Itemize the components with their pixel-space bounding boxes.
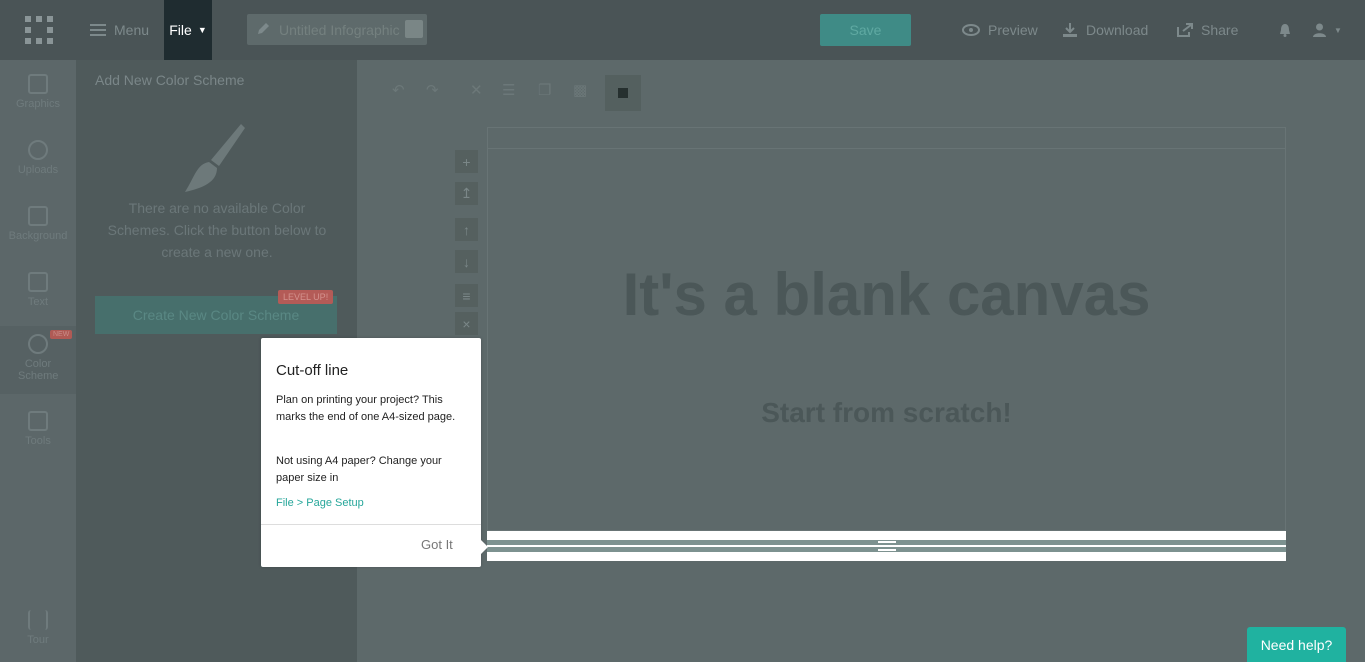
move-up-button[interactable]: ↑ [455,218,478,241]
file-menu-button[interactable]: File ▼ [164,0,212,60]
copy-icon[interactable]: ☰ [502,83,518,99]
move-block-button[interactable]: ↥ [455,182,478,205]
need-help-button[interactable]: Need help? [1247,627,1346,662]
sidebar-item-label: Tools [25,435,51,447]
got-it-button[interactable]: Got It [421,537,453,552]
folder-icon[interactable] [405,20,423,38]
tooltip-text: Not using A4 paper? Change your paper si… [276,455,442,484]
divider [261,524,481,525]
trash-icon[interactable]: ▩ [573,83,589,99]
text-icon [28,272,48,292]
sidebar-item-tools[interactable]: Tools [0,411,76,461]
eye-icon [962,24,980,36]
save-button[interactable]: Save [820,14,911,46]
sidebar-item-graphics[interactable]: Graphics [0,74,76,124]
sidebar-item-label: Background [8,230,68,242]
title-placeholder: Untitled Infographic [279,21,400,38]
image-icon [28,74,48,94]
upload-icon: ↥ [460,185,473,201]
pencil-icon [257,22,270,38]
paintbrush-icon [185,124,245,192]
menu-label: Menu [114,22,150,38]
drag-handle-icon[interactable] [878,541,896,551]
close-icon: × [462,315,471,332]
canvas-subheadline: Start from scratch! [761,397,1012,428]
canvas-page[interactable]: It's a blank canvas Start from scratch! [487,127,1286,531]
app-logo[interactable] [25,16,53,44]
add-block-button[interactable]: + [455,150,478,173]
account-menu-button[interactable]: ▼ [1313,0,1342,60]
hamburger-icon [90,24,106,36]
file-label: File [169,22,192,38]
redo-icon[interactable]: ↷ [426,83,442,99]
cut-icon[interactable]: ✕ [470,83,486,99]
preview-label: Preview [988,22,1038,38]
move-down-button[interactable]: ↓ [455,250,478,273]
sidebar-item-label: Color Scheme [18,358,59,382]
arrow-up-icon: ↑ [463,221,470,238]
user-icon [1313,23,1326,37]
new-badge: NEW [50,330,73,339]
tooltip-title: Cut-off line [276,362,349,379]
sidebar-item-label: Tour [27,634,49,646]
page-setup-link[interactable]: File > Page Setup [276,497,364,509]
sidebar-item-label: Graphics [15,98,61,110]
duplicate-icon[interactable]: ❐ [538,83,554,99]
share-label: Share [1201,22,1239,38]
palette-icon [28,334,48,354]
briefcase-icon [28,411,48,431]
plus-icon: + [462,153,471,170]
canvas-block [488,148,1285,531]
layer-tool-button[interactable] [605,75,641,111]
chevron-down-icon: ▼ [1334,25,1342,35]
hamburger-icon: ≡ [462,287,471,304]
bell-icon [1280,24,1290,37]
arrow-down-icon: ↓ [463,253,470,270]
chevron-down-icon: ▼ [197,25,207,35]
cut-off-line[interactable] [487,531,1286,561]
notifications-button[interactable] [1279,0,1299,60]
canvas-headline: It's a blank canvas [622,261,1151,328]
signpost-icon [28,610,48,630]
cut-off-tooltip: Cut-off line Plan on printing your proje… [261,338,488,567]
sidebar-item-background[interactable]: Background [0,206,76,256]
sidebar-item-tour[interactable]: Tour [0,610,76,660]
download-label: Download [1086,22,1149,38]
sidebar-item-label: Uploads [17,164,59,176]
menu-button[interactable]: Menu [90,0,149,60]
sidebar-item-label: Text [27,296,49,308]
share-icon [1177,23,1193,37]
share-button[interactable]: Share [1177,0,1238,60]
download-button[interactable]: Download [1062,0,1148,60]
level-up-badge: LEVEL UP! [278,290,334,304]
square-icon [618,88,628,98]
cloud-upload-icon [28,140,48,160]
undo-icon[interactable]: ↶ [392,83,408,99]
sidebar-item-uploads[interactable]: Uploads [0,140,76,190]
download-icon [1063,23,1077,37]
tooltip-text: Plan on printing your project? This mark… [276,394,456,423]
top-bar: Menu File ▼ Untitled Infographic Save Pr… [0,0,1365,60]
background-icon [28,206,48,226]
title-input[interactable]: Untitled Infographic [247,14,427,45]
panel-title: Add New Color Scheme [95,72,245,88]
preview-button[interactable]: Preview [962,0,1038,60]
sidebar-item-text[interactable]: Text [0,272,76,322]
empty-state-message: There are no available Color Schemes. Cl… [107,200,327,260]
block-menu-button[interactable]: ≡ [455,284,478,307]
delete-block-button[interactable]: × [455,312,478,335]
